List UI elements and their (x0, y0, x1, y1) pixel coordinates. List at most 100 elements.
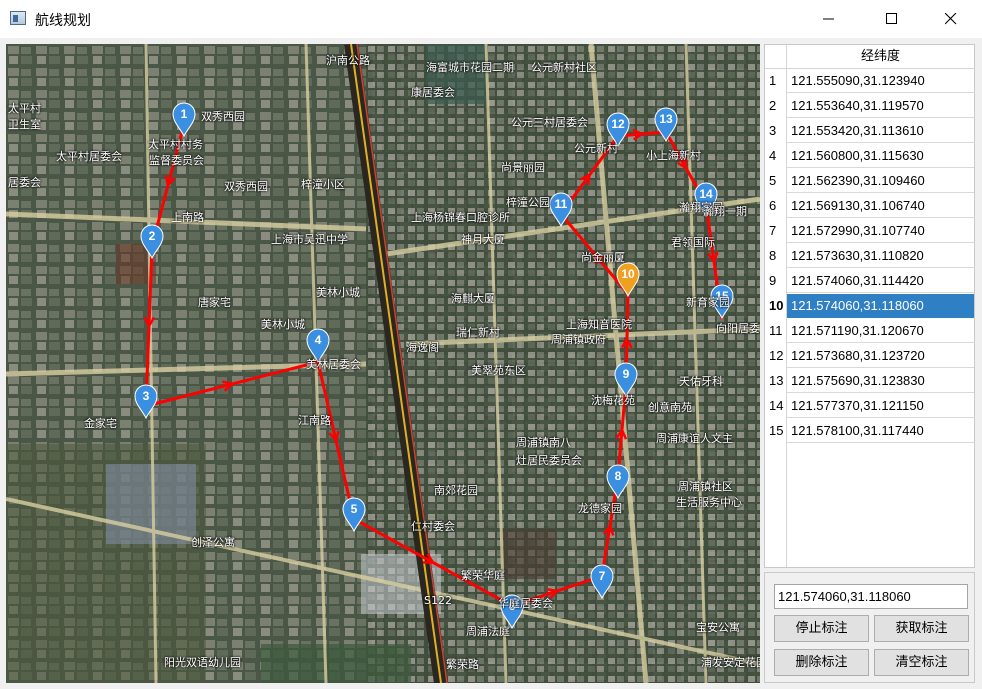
coordinate-field[interactable]: 121.574060,31.118060 (774, 584, 968, 609)
row-coordinate[interactable]: 121.553640,31.119570 (787, 94, 974, 118)
close-icon (945, 13, 957, 25)
map-place-label: 梓潼公园 (506, 196, 550, 209)
table-row[interactable]: 15 121.578100,31.117440 (765, 419, 974, 443)
map-place-label: 宝安公寓 (696, 621, 740, 634)
title-bar[interactable]: 航线规划 (0, 0, 982, 38)
maximize-button[interactable] (869, 0, 915, 38)
table-row[interactable]: 9 121.574060,31.114420 (765, 269, 974, 293)
map-place-label: 公元新村社区 (531, 61, 597, 74)
map-place-label: 上海杨锦春口腔诊所 (411, 211, 510, 224)
coordinate-table[interactable]: 经纬度 1 121.555090,31.123940 2 121.553640,31.… (764, 44, 975, 568)
map-place-label: 居委会 (8, 176, 41, 189)
row-coordinate[interactable]: 121.569130,31.106740 (787, 194, 974, 218)
map-place-label: 周浦镇南八 (516, 436, 571, 449)
row-coordinate[interactable]: 121.575690,31.123830 (787, 369, 974, 393)
map-place-label: 周浦镇政府 (551, 333, 606, 346)
marker-label: 11 (555, 197, 568, 211)
map-place-label: 向阳居委 (716, 322, 760, 335)
map-place-label: S122 (424, 594, 452, 607)
row-coordinate[interactable]: 121.574060,31.118060 (787, 294, 974, 318)
map-place-label: 君领国际 (671, 236, 715, 249)
map-place-label: 天佑牙科 (679, 375, 723, 388)
map-place-label: 美林小城 (261, 318, 305, 331)
map-view[interactable]: 1 2 3 4 5 6 7 8 9 10 11 12 13 14 15 双秀西园 太平村村务 监督委员会 太平村居… (6, 44, 760, 683)
table-row[interactable]: 5 121.562390,31.109460 (765, 169, 974, 193)
row-coordinate[interactable]: 121.573680,31.123720 (787, 344, 974, 368)
table-row[interactable]: 13 121.575690,31.123830 (765, 369, 974, 393)
close-button[interactable] (928, 0, 974, 38)
table-row[interactable]: 1 121.555090,31.123940 (765, 69, 974, 93)
satellite-map: 123456789101112 131415 (6, 44, 760, 683)
marker-label: 3 (143, 389, 150, 403)
row-coordinate[interactable]: 121.553420,31.113610 (787, 119, 974, 143)
table-header: 经纬度 (765, 45, 974, 69)
map-place-label: 创泽公寓 (191, 536, 235, 549)
get-markers-button[interactable]: 获取标注 (874, 615, 969, 642)
minimize-button[interactable] (806, 0, 852, 38)
table-row[interactable]: 7 121.572990,31.107740 (765, 219, 974, 243)
map-place-label: 上海市吴迅中学 (271, 233, 348, 246)
row-coordinate[interactable]: 121.560800,31.115630 (787, 144, 974, 168)
row-number[interactable]: 8 (765, 244, 787, 268)
delete-marker-button[interactable]: 删除标注 (774, 649, 869, 676)
map-place-label: 双秀西园 (201, 110, 245, 123)
row-coordinate[interactable]: 121.573630,31.110820 (787, 244, 974, 268)
table-row[interactable]: 3 121.553420,31.113610 (765, 119, 974, 143)
table-row[interactable]: 14 121.577370,31.121150 (765, 394, 974, 418)
marker-label: 1 (181, 107, 188, 121)
row-coordinate[interactable]: 121.574060,31.114420 (787, 269, 974, 293)
row-coordinate[interactable]: 121.578100,31.117440 (787, 419, 974, 443)
map-place-label: 生活服务中心 (676, 496, 742, 509)
row-number[interactable]: 12 (765, 344, 787, 368)
table-row[interactable]: 6 121.569130,31.106740 (765, 194, 974, 218)
window-title: 航线规划 (35, 13, 91, 29)
row-number[interactable]: 3 (765, 119, 787, 143)
table-row[interactable]: 10 121.574060,31.118060 (765, 294, 974, 318)
marker-label: 7 (599, 569, 606, 583)
row-number[interactable]: 10 (765, 294, 787, 318)
row-number[interactable]: 14 (765, 394, 787, 418)
marker-label: 12 (611, 117, 625, 131)
clear-markers-button[interactable]: 清空标注 (874, 649, 969, 676)
control-panel: 121.574060,31.118060 停止标注 获取标注 删除标注 清空标注 (764, 572, 975, 683)
map-place-label: 沈梅花苑 (591, 394, 635, 407)
map-place-label: 周浦康谊人文主 (656, 432, 733, 445)
row-number[interactable]: 4 (765, 144, 787, 168)
table-row[interactable]: 11 121.571190,31.120670 (765, 319, 974, 343)
row-number[interactable]: 6 (765, 194, 787, 218)
row-coordinate[interactable]: 121.555090,31.123940 (787, 69, 974, 93)
row-coordinate[interactable]: 121.572990,31.107740 (787, 219, 974, 243)
map-place-label: 美翠苑东区 (471, 364, 526, 377)
table-row[interactable]: 8 121.573630,31.110820 (765, 244, 974, 268)
marker-label: 4 (315, 333, 322, 347)
row-number[interactable]: 15 (765, 419, 787, 443)
map-place-label: 江南路 (298, 414, 331, 427)
marker-label: 2 (149, 229, 156, 243)
row-coordinate[interactable]: 121.577370,31.121150 (787, 394, 974, 418)
map-place-label: 尚金丽厦 (581, 251, 625, 264)
row-number[interactable]: 2 (765, 94, 787, 118)
map-place-label: 海富城市花园二期 (426, 61, 514, 74)
marker-label: 13 (659, 112, 673, 126)
row-number[interactable]: 1 (765, 69, 787, 93)
row-number[interactable]: 13 (765, 369, 787, 393)
map-place-label: 创意南苑 (648, 401, 692, 414)
map-place-label: 小上海新村 (646, 149, 701, 162)
row-coordinate[interactable]: 121.562390,31.109460 (787, 169, 974, 193)
stop-marking-button[interactable]: 停止标注 (774, 615, 869, 642)
app-window-icon (10, 11, 26, 25)
map-place-label: 繁荣路 (446, 658, 479, 671)
table-corner[interactable] (765, 45, 787, 69)
row-number[interactable]: 7 (765, 219, 787, 243)
table-row[interactable]: 4 121.560800,31.115630 (765, 144, 974, 168)
map-place-label: 公元新村 (574, 142, 618, 155)
map-place-label: 太平村居委会 (56, 150, 122, 163)
row-number[interactable]: 5 (765, 169, 787, 193)
table-row[interactable]: 2 121.553640,31.119570 (765, 94, 974, 118)
table-row[interactable]: 12 121.573680,31.123720 (765, 344, 974, 368)
marker-label: 5 (351, 502, 358, 516)
row-number[interactable]: 11 (765, 319, 787, 343)
column-header-coordinates[interactable]: 经纬度 (787, 45, 974, 69)
row-coordinate[interactable]: 121.571190,31.120670 (787, 319, 974, 343)
row-number[interactable]: 9 (765, 269, 787, 293)
